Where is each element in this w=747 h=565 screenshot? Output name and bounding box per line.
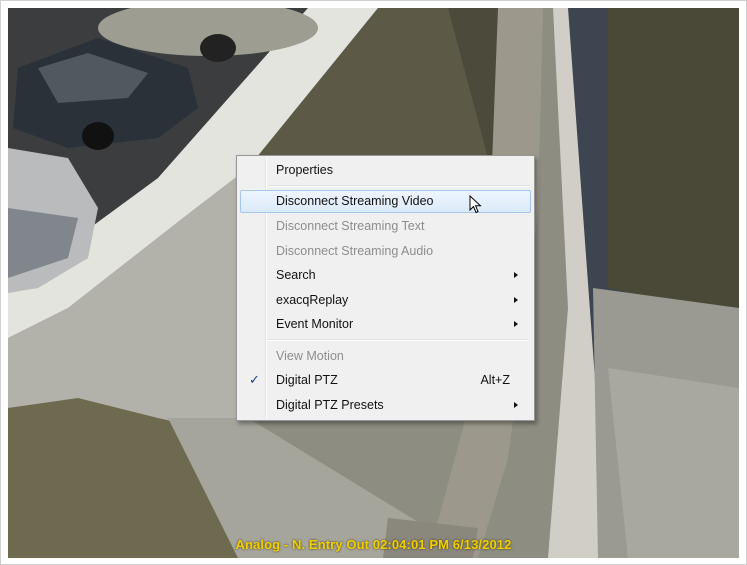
- menu-item-label: Digital PTZ: [276, 373, 338, 387]
- menu-item-label: Event Monitor: [276, 317, 354, 331]
- menu-item-label: View Motion: [276, 349, 344, 363]
- menu-item-label: Disconnect Streaming Video: [276, 194, 434, 208]
- menu-item-view-motion: View Motion: [239, 345, 530, 367]
- submenu-arrow-icon: [514, 272, 518, 278]
- menu-item-digital-ptz-presets[interactable]: Digital PTZ Presets: [239, 394, 530, 416]
- camera-timestamp-overlay: Analog - N. Entry Out 02:04:01 PM 6/13/2…: [235, 537, 512, 552]
- submenu-arrow-icon: [514, 321, 518, 327]
- menu-item-properties[interactable]: Properties: [239, 159, 530, 181]
- submenu-arrow-icon: [514, 402, 518, 408]
- checkmark-icon: ✓: [249, 372, 260, 387]
- menu-item-label: exacqReplay: [276, 293, 349, 307]
- menu-item-digital-ptz[interactable]: ✓ Digital PTZ Alt+Z: [239, 369, 530, 391]
- menu-item-label: Disconnect Streaming Audio: [276, 244, 434, 258]
- menu-item-label: Properties: [276, 163, 333, 177]
- submenu-arrow-icon: [514, 297, 518, 303]
- menu-item-label: Search: [276, 268, 316, 282]
- menu-item-label: Disconnect Streaming Text: [276, 219, 425, 233]
- mouse-pointer-icon: [469, 194, 482, 220]
- menu-item-disconnect-streaming-text: Disconnect Streaming Text: [239, 215, 530, 237]
- menu-item-event-monitor[interactable]: Event Monitor: [239, 313, 530, 335]
- menu-item-disconnect-streaming-video[interactable]: Disconnect Streaming Video: [240, 190, 531, 213]
- menu-item-disconnect-streaming-audio: Disconnect Streaming Audio: [239, 240, 530, 262]
- menu-item-search[interactable]: Search: [239, 264, 530, 286]
- menu-item-label: Digital PTZ Presets: [276, 398, 384, 412]
- context-menu: Properties Disconnect Streaming Video Di…: [236, 155, 535, 421]
- menu-separator: [268, 339, 529, 341]
- menu-item-exacqreplay[interactable]: exacqReplay: [239, 289, 530, 311]
- menu-item-shortcut: Alt+Z: [480, 373, 510, 387]
- menu-separator: [268, 185, 529, 187]
